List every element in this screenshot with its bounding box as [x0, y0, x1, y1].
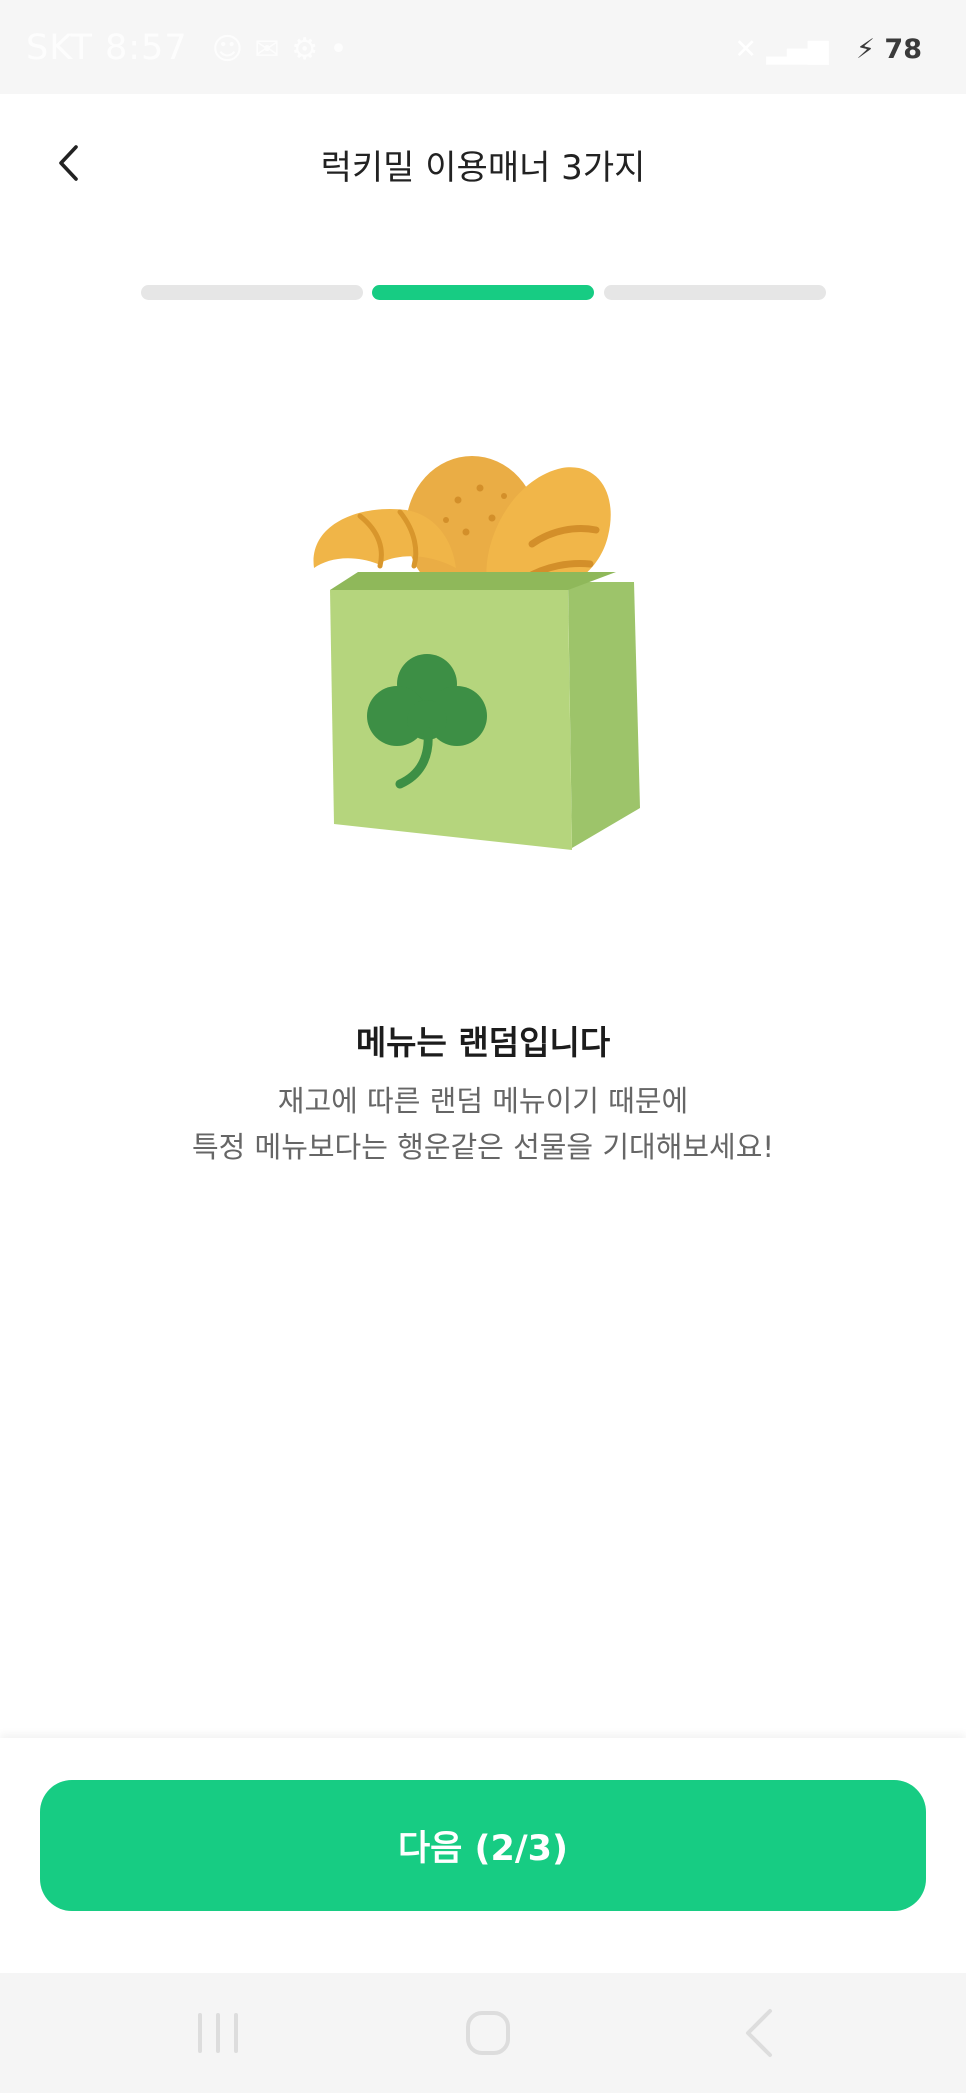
battery-level: 78 [884, 34, 922, 65]
home-button[interactable] [458, 2003, 518, 2063]
page-title: 럭키밀 이용매너 3가지 [320, 148, 646, 188]
step-progress [141, 285, 826, 300]
bottom-panel: 다음 (2/3) [0, 1738, 966, 1973]
progress-step-2 [372, 285, 594, 300]
description-line-1: 재고에 따른 랜덤 메뉴이기 때문에 [277, 1084, 689, 1118]
charging-icon: ⚡ [856, 34, 876, 65]
status-bar: SKT 8:57 ☺ ✉ ⚙ • ✕ ▂▄▆ ⚡ 78 [0, 0, 966, 94]
recents-button[interactable] [188, 2003, 248, 2063]
recent-apps-icon [198, 2013, 238, 2053]
header: 럭키밀 이용매너 3가지 [0, 94, 966, 234]
system-nav-bar [0, 1973, 966, 2093]
clock: 8:57 [104, 28, 188, 68]
signal-icon: ✕ ▂▄▆ [734, 34, 829, 65]
status-left: SKT 8:57 ☺ ✉ ⚙ • [26, 28, 348, 68]
bread-bag-clover-icon [313, 456, 640, 850]
back-nav-icon [746, 2009, 772, 2057]
description-line-2: 특정 메뉴보다는 행운같은 선물을 기대해보세요! [191, 1130, 775, 1164]
progress-step-3 [604, 285, 826, 300]
progress-step-1 [141, 285, 363, 300]
headline: 메뉴는 랜덤입니다 [355, 1023, 611, 1062]
next-button[interactable]: 다음 (2/3) [40, 1780, 926, 1911]
carrier-label: SKT [26, 28, 93, 68]
home-icon [466, 2011, 510, 2055]
status-right: ✕ ▂▄▆ ⚡ 78 [734, 34, 922, 65]
back-nav-button[interactable] [730, 2003, 790, 2063]
notification-icon: ☺ ✉ ⚙ • [211, 32, 349, 67]
